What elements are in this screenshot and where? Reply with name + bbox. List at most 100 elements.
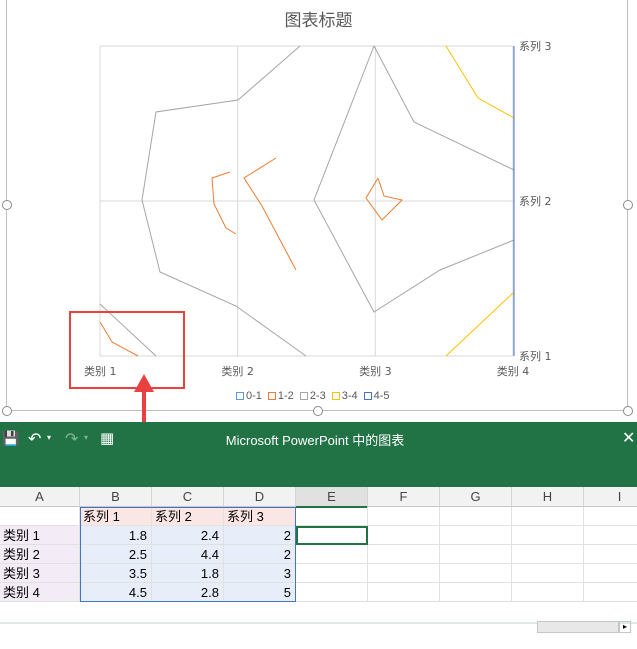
header-cell[interactable]: 系列 3: [224, 507, 296, 526]
column-header-D[interactable]: D: [224, 487, 296, 507]
table-cell[interactable]: 4.5: [80, 583, 152, 602]
table-cell[interactable]: [368, 564, 440, 583]
close-icon[interactable]: ✕: [622, 428, 635, 447]
contour-line-1-2: [99, 321, 139, 357]
legend-label: 1-2: [277, 390, 294, 402]
series-axis-label: 系列 1: [519, 349, 552, 363]
header-cell[interactable]: [0, 507, 80, 526]
table-cell[interactable]: [584, 583, 637, 602]
active-cell[interactable]: [296, 526, 368, 545]
legend-item[interactable]: 2-3: [299, 390, 326, 402]
spreadsheet-titlebar: 💾 ↶ ▾ ↷ ▾ ▦ Microsoft PowerPoint 中的图表 ✕: [0, 422, 637, 487]
legend-swatch-icon: [299, 392, 308, 400]
contour-line-2-3: [313, 45, 515, 313]
header-cell[interactable]: 系列 2: [152, 507, 224, 526]
contour-plot[interactable]: 类别 1 类别 2 类别 3 类别 4系列 1 系列 2 系列 3: [0, 0, 637, 422]
header-cell[interactable]: [296, 507, 368, 526]
table-cell[interactable]: [296, 545, 368, 564]
contour-line-2-3: [373, 45, 515, 171]
contour-line-2-3: [141, 45, 301, 201]
axis-labels: 类别 1 类别 2 类别 3 类别 4系列 1 系列 2 系列 3: [84, 39, 552, 378]
table-cell[interactable]: 2: [224, 526, 296, 545]
table-cell[interactable]: [440, 583, 512, 602]
legend-item[interactable]: 4-5: [363, 390, 390, 402]
x-tick-label: 类别 4: [497, 364, 530, 378]
legend-label: 4-5: [373, 390, 390, 402]
table-cell[interactable]: [584, 564, 637, 583]
table-cell[interactable]: [368, 583, 440, 602]
table-cell[interactable]: [368, 526, 440, 545]
table-cell[interactable]: [512, 583, 584, 602]
series-axis-label: 系列 3: [519, 39, 552, 53]
column-header-C[interactable]: C: [152, 487, 224, 507]
save-icon[interactable]: 💾: [2, 431, 19, 447]
plot-grid: [99, 45, 514, 357]
contour-line-3-4: [445, 45, 515, 119]
x-tick-label: 类别 1: [84, 364, 117, 378]
legend-item[interactable]: 3-4: [331, 390, 358, 402]
table-cell[interactable]: [296, 583, 368, 602]
column-header-I[interactable]: I: [584, 487, 637, 507]
table-cell[interactable]: 类别 2: [0, 545, 80, 564]
table-cell[interactable]: 类别 4: [0, 583, 80, 602]
series-axis-label: 系列 2: [519, 194, 552, 208]
table-cell[interactable]: [440, 545, 512, 564]
spreadsheet[interactable]: ABCDEFGHI 系列 1 系列 2 系列 3 类别 1 1.8 2.4 2 类别 2 2.5…: [0, 487, 637, 649]
edit-data-icon[interactable]: ▦: [100, 429, 114, 447]
undo-dropdown-icon[interactable]: ▾: [47, 433, 51, 442]
chart-legend[interactable]: 0-1 1-2 2-3 3-4 4-5: [236, 390, 390, 402]
table-cell[interactable]: 5: [224, 583, 296, 602]
legend-swatch-icon: [236, 392, 244, 400]
window-title: Microsoft PowerPoint 中的图表: [225, 433, 405, 448]
table-cell[interactable]: [296, 564, 368, 583]
legend-item[interactable]: 1-2: [267, 390, 294, 402]
header-cell[interactable]: [368, 507, 440, 526]
header-cell[interactable]: [584, 507, 637, 526]
undo-icon[interactable]: ↶: [28, 429, 41, 448]
x-tick-label: 类别 2: [221, 364, 254, 378]
column-header-G[interactable]: G: [440, 487, 512, 507]
column-header-F[interactable]: F: [368, 487, 440, 507]
table-cell[interactable]: 类别 3: [0, 564, 80, 583]
table-cell[interactable]: 2.4: [152, 526, 224, 545]
legend-swatch-icon: [363, 392, 372, 400]
contour-line-3-4: [445, 291, 515, 357]
table-cell[interactable]: 2: [224, 545, 296, 564]
legend-swatch-icon: [267, 392, 276, 400]
table-cell[interactable]: [368, 545, 440, 564]
table-cell[interactable]: [440, 526, 512, 545]
column-header-A[interactable]: A: [0, 487, 80, 507]
table-cell[interactable]: 2.5: [80, 545, 152, 564]
contour-line-1-2: [365, 177, 403, 221]
column-header-E[interactable]: E: [296, 487, 368, 508]
table-cell[interactable]: 3: [224, 564, 296, 583]
redo-dropdown-icon[interactable]: ▾: [84, 433, 88, 442]
table-cell[interactable]: [512, 526, 584, 545]
table-cell[interactable]: 类别 1: [0, 526, 80, 545]
table-cell[interactable]: [584, 526, 637, 545]
header-cell[interactable]: [512, 507, 584, 526]
table-cell[interactable]: [512, 545, 584, 564]
x-tick-label: 类别 3: [359, 364, 392, 378]
table-cell[interactable]: 1.8: [152, 564, 224, 583]
scroll-right-icon[interactable]: ▸: [619, 621, 631, 633]
table-cell[interactable]: [584, 545, 637, 564]
horizontal-scrollbar[interactable]: [537, 621, 619, 633]
contour-line-1-2: [211, 171, 237, 235]
legend-swatch-icon: [331, 392, 340, 400]
legend-label: 3-4: [341, 390, 358, 402]
legend-item[interactable]: 0-1: [236, 390, 262, 402]
table-cell[interactable]: 1.8: [80, 526, 152, 545]
column-header-H[interactable]: H: [512, 487, 584, 507]
annotation-arrow-head: [134, 374, 154, 392]
column-header-B[interactable]: B: [80, 487, 152, 507]
header-cell[interactable]: 系列 1: [80, 507, 152, 526]
chart-area[interactable]: 图表标题 类别 1 类别 2 类别 3 类别 4 系列 1 系列 2 系列 3 0-1 1-2…: [0, 0, 637, 422]
table-cell[interactable]: [440, 564, 512, 583]
redo-icon[interactable]: ↷: [65, 429, 78, 448]
table-cell[interactable]: 4.4: [152, 545, 224, 564]
table-cell[interactable]: 2.8: [152, 583, 224, 602]
header-cell[interactable]: [440, 507, 512, 526]
table-cell[interactable]: [512, 564, 584, 583]
table-cell[interactable]: 3.5: [80, 564, 152, 583]
